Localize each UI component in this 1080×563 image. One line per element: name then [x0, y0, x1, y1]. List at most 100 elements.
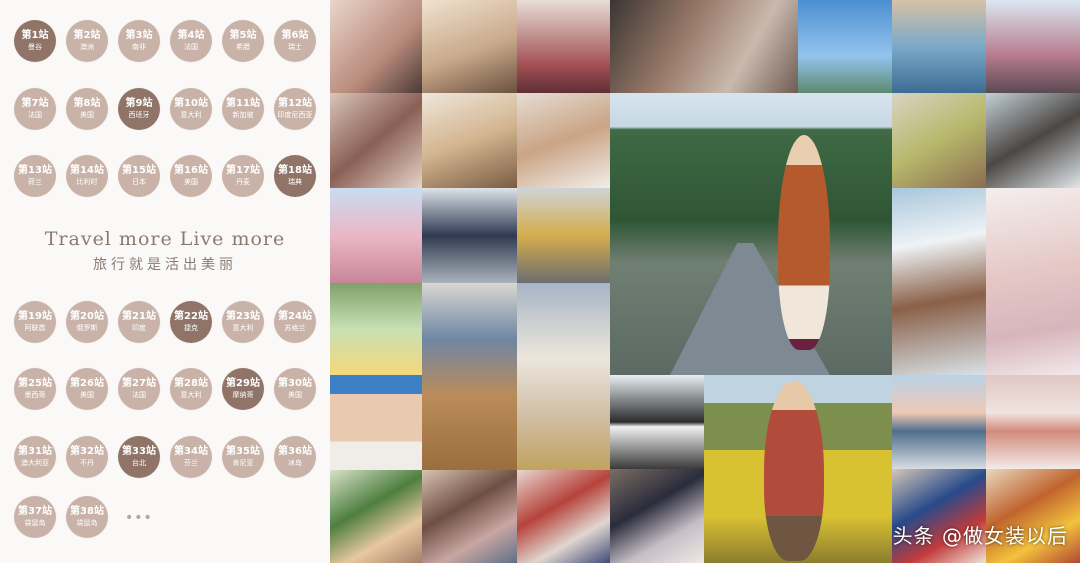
stop-country: 阿联酋: [24, 324, 46, 332]
photo-tile: [986, 93, 1080, 188]
photo-tile: [986, 0, 1080, 93]
photo-tile: [330, 283, 422, 375]
stop-number: 第7站: [21, 98, 49, 109]
stop-number: 第23站: [226, 311, 260, 322]
stop-country: 不丹: [80, 459, 94, 467]
stop-number: 第13站: [18, 165, 52, 176]
stop-country: 南非: [132, 43, 146, 51]
stop-badge: 第19站 阿联酋: [14, 301, 56, 343]
stop-country: 肯尼亚: [232, 459, 254, 467]
photo-tile: [422, 0, 517, 93]
stop-badge: 第29站摩纳哥: [222, 368, 264, 410]
photo-tile: [330, 93, 422, 188]
stop-country: 瑞士: [288, 43, 302, 51]
stop-number: 第9站: [125, 98, 153, 109]
stop-country: 墨西哥: [24, 391, 46, 399]
stop-country: 法国: [28, 111, 42, 119]
stop-badge: 第6站瑞士: [274, 20, 316, 62]
stop-badge: 第4站 法国: [170, 20, 212, 62]
stop-number: 第11站: [226, 98, 260, 109]
stop-country: 台北: [132, 459, 146, 467]
stop-badge: 第12站 印度尼西亚: [274, 88, 316, 130]
stop-number: 第6站: [281, 30, 309, 41]
stop-country: 丹麦: [236, 178, 250, 186]
stop-country: 印度: [132, 324, 146, 332]
photo-tile: [330, 375, 422, 470]
stop-country: 捷克: [184, 324, 198, 332]
stop-country: 美国: [80, 111, 94, 119]
stop-badge: 第33站台北: [118, 436, 160, 478]
stop-number: 第31站: [18, 446, 52, 457]
stop-badge: 第5站希腊: [222, 20, 264, 62]
stop-number: 第27站: [122, 378, 156, 389]
stop-country: 新加坡: [232, 111, 254, 119]
stop-country: 意大利: [180, 111, 202, 119]
stop-number: 第25站: [18, 378, 52, 389]
model-figure: [778, 135, 830, 350]
stop-badge: 第13站 荷兰: [14, 155, 56, 197]
stop-badge: 第3站 南非: [118, 20, 160, 62]
photo-tile: [704, 375, 892, 563]
stop-number: 第33站: [122, 446, 156, 457]
photo-tile: [892, 375, 986, 469]
stop-badge: 第26站 美国: [66, 368, 108, 410]
stop-number: 第26站: [70, 378, 104, 389]
stop-country: 苏格兰: [284, 324, 306, 332]
stop-number: 第28站: [174, 378, 208, 389]
photo-tile: [330, 188, 422, 283]
stop-country: 意大利: [232, 324, 254, 332]
photo-tile: [330, 470, 422, 563]
stop-badge: 第16站 美国: [170, 155, 212, 197]
stop-country: 比利时: [76, 178, 98, 186]
stop-number: 第4站: [177, 30, 205, 41]
photo-tile: [422, 93, 517, 188]
stop-country: 法国: [132, 391, 146, 399]
stop-number: 第32站: [70, 446, 104, 457]
stop-country: 意大利: [180, 391, 202, 399]
stop-badge: 第27站法国: [118, 368, 160, 410]
stop-badge: 第18站 瑞典: [274, 155, 316, 197]
photo-tile: [422, 188, 517, 283]
photo-tile: [986, 375, 1080, 469]
stop-number: 第2站: [73, 30, 101, 41]
stop-country: 摩纳哥: [232, 391, 254, 399]
stop-badge: 第30站 美国: [274, 368, 316, 410]
slogan-english: Travel more Live more: [44, 228, 286, 250]
photo-tile: [892, 93, 986, 188]
stop-badge: 第1站 曼谷: [14, 20, 56, 62]
stop-country: 希腊: [236, 43, 250, 51]
photo-tile: [986, 188, 1080, 375]
photo-tile: [517, 470, 610, 563]
stop-badge: 第7站法国: [14, 88, 56, 130]
stop-country: 美国: [184, 178, 198, 186]
stop-country: 瑞典: [288, 178, 302, 186]
photo-tile: [517, 188, 610, 283]
stop-number: 第10站: [174, 98, 208, 109]
stop-country: 芬兰: [184, 459, 198, 467]
stop-country: 澳洲: [80, 43, 94, 51]
photo-tile: [610, 0, 798, 93]
stop-badge: 第28站意大利: [170, 368, 212, 410]
stop-badge: 第36站 冰岛: [274, 436, 316, 478]
photo-tile: [892, 0, 986, 93]
stop-number: 第15站: [122, 165, 156, 176]
stop-badge: 第22站 捷克: [170, 301, 212, 343]
stop-number: 第36站: [278, 446, 312, 457]
stop-number: 第5站: [229, 30, 257, 41]
stop-badge: 第31站 澳大利亚: [14, 436, 56, 478]
stop-number: 第12站: [278, 98, 312, 109]
photo-tile: [892, 188, 986, 375]
stop-badge: 第9站西班牙: [118, 88, 160, 130]
stop-badge: 第25站墨西哥: [14, 368, 56, 410]
photo-tile: [610, 375, 704, 469]
stop-country: 西班牙: [128, 111, 150, 119]
stop-number: 第30站: [278, 378, 312, 389]
stop-number: 第29站: [226, 378, 260, 389]
stop-badge: 第32站不丹: [66, 436, 108, 478]
stop-badge: 第21站 印度: [118, 301, 160, 343]
photo-tile: [422, 283, 517, 470]
stop-number: 第37站: [18, 506, 52, 517]
stop-country: 袋鼠岛: [76, 519, 98, 527]
photo-tile: [330, 0, 422, 93]
stop-badge: 第10站意大利: [170, 88, 212, 130]
